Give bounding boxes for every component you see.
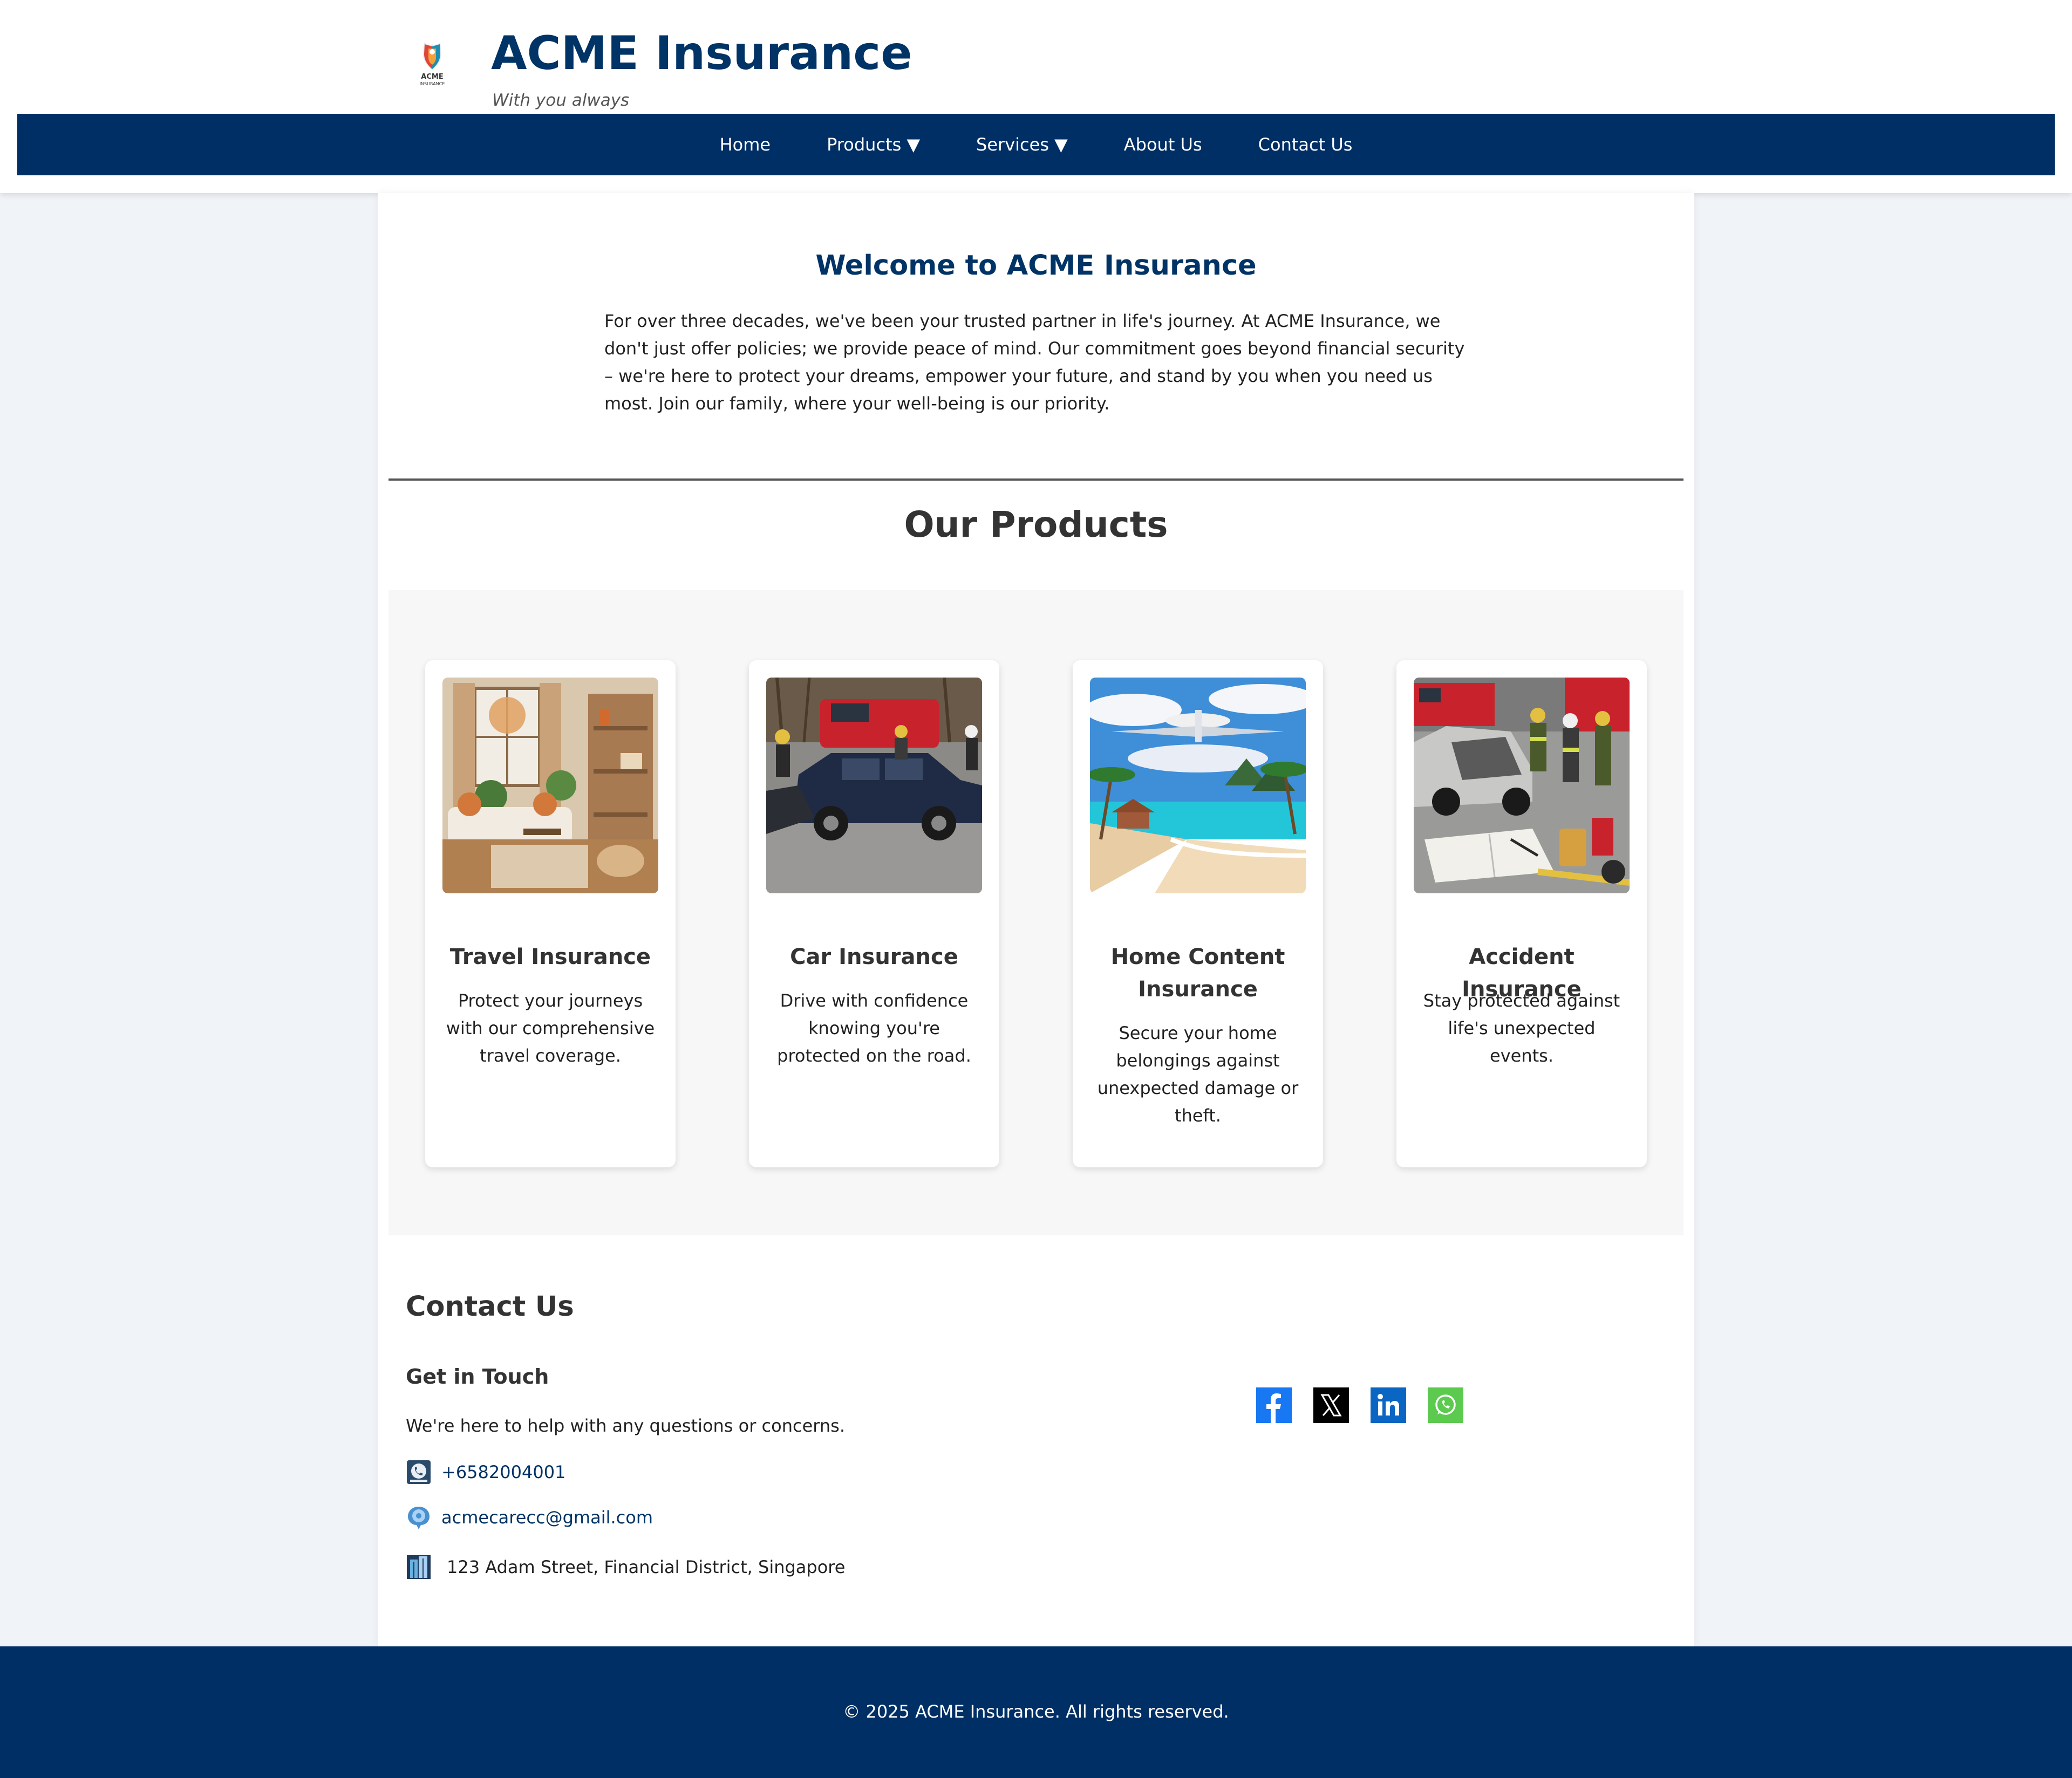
nav-contact-us[interactable]: Contact Us [1230, 114, 1381, 175]
email-link[interactable]: acmecarecc@gmail.com [441, 1507, 653, 1528]
site-tagline: With you always [492, 91, 630, 110]
main-nav: Home Products ▼ Services ▼ About Us Cont… [17, 114, 2055, 175]
nav-products-dropdown[interactable]: Products ▼ [799, 114, 948, 175]
logo-text: ACME [421, 73, 444, 81]
products-section: Travel Insurance Protect your journeys w… [388, 590, 1684, 1235]
address-text: 123 Adam Street, Financial District, Sin… [447, 1557, 846, 1577]
car-accident-image [766, 678, 982, 893]
living-room-image [442, 678, 658, 893]
nav-about-us[interactable]: About Us [1096, 114, 1230, 175]
nav-services-dropdown[interactable]: Services ▼ [948, 114, 1096, 175]
nav-home[interactable]: Home [692, 114, 799, 175]
product-title: Travel Insurance [449, 945, 651, 969]
copyright-text: © 2025 ACME Insurance. All rights reserv… [843, 1701, 1229, 1722]
product-description: Secure your home belongings against unex… [1097, 1023, 1299, 1126]
accident-scene-image [1414, 678, 1630, 893]
site-footer: © 2025 ACME Insurance. All rights reserv… [0, 1646, 2072, 1778]
email-icon [406, 1505, 432, 1530]
welcome-text: For over three decades, we've been your … [604, 311, 1465, 414]
product-description: Drive with confidence knowing you're pro… [777, 990, 971, 1066]
linkedin-icon[interactable] [1371, 1387, 1406, 1423]
facebook-icon[interactable] [1256, 1387, 1292, 1423]
airplane-beach-image [1090, 678, 1306, 893]
phone-link[interactable]: +6582004001 [441, 1462, 565, 1482]
product-description: Stay protected against life's unexpected… [1423, 990, 1620, 1066]
product-card-car[interactable]: Car Insurance Drive with confidence know… [749, 660, 999, 1167]
contact-phone-row: +6582004001 [406, 1459, 565, 1486]
acme-logo[interactable]: ACME INSURANCE [408, 38, 456, 92]
contact-intro-text: We're here to help with any questions or… [406, 1415, 845, 1436]
contact-address-row: 123 Adam Street, Financial District, Sin… [406, 1554, 845, 1581]
phone-icon [406, 1459, 432, 1485]
product-title: Home Content Insurance [1110, 945, 1285, 1002]
product-card-travel[interactable]: Travel Insurance Protect your journeys w… [425, 660, 676, 1167]
product-title: Car Insurance [790, 945, 958, 969]
product-card-home-content[interactable]: Home Content Insurance Secure your home … [1073, 660, 1323, 1167]
x-icon[interactable] [1313, 1387, 1349, 1423]
whatsapp-icon[interactable] [1428, 1387, 1463, 1423]
section-divider [388, 478, 1684, 481]
site-title: ACME Insurance [491, 26, 912, 80]
building-icon [406, 1554, 432, 1580]
get-in-touch-heading: Get in Touch [406, 1365, 549, 1389]
contact-heading: Contact Us [406, 1291, 574, 1323]
contact-email-row: acmecarecc@gmail.com [406, 1504, 653, 1531]
logo-subtext: INSURANCE [419, 81, 445, 86]
welcome-heading: Welcome to ACME Insurance [815, 250, 1257, 282]
main-content: Welcome to ACME Insurance For over three… [378, 193, 1694, 1646]
product-description: Protect your journeys with our comprehen… [446, 990, 655, 1066]
site-header: ACME INSURANCE ACME Insurance With you a… [0, 0, 2072, 193]
products-heading: Our Products [904, 504, 1168, 545]
product-card-accident[interactable]: Accident Insurance Stay protected agains… [1396, 660, 1647, 1167]
